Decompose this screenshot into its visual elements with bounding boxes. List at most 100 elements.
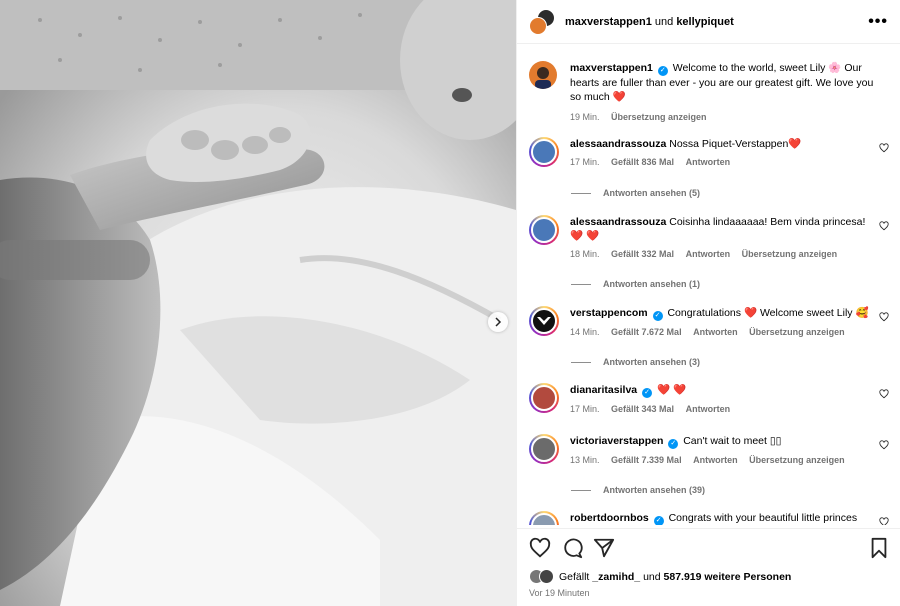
baby-hand-photo — [0, 0, 516, 606]
likes-user[interactable]: _zamihd_ — [592, 571, 640, 583]
comment-likes[interactable]: Gefällt 343 Mal — [611, 404, 674, 414]
story-avatar[interactable] — [529, 306, 559, 336]
view-replies-button[interactable]: Antworten ansehen (1) — [571, 279, 700, 289]
comment-username[interactable]: dianaritasilva — [570, 384, 637, 396]
view-replies-label: Antworten ansehen (1) — [603, 279, 701, 289]
chevron-right-icon — [495, 317, 502, 327]
comment-time: 13 Min. — [570, 455, 600, 465]
view-replies-label: Antworten ansehen (3) — [603, 357, 701, 367]
verified-badge-icon: ✓ — [668, 439, 679, 449]
comment-username[interactable]: verstappencom — [570, 307, 648, 319]
caption-emoji-2: ❤️ — [612, 91, 626, 103]
comment-meta: 17 Min. Gefällt 836 Mal Antworten — [570, 155, 879, 169]
collab-avatars[interactable] — [529, 8, 555, 35]
comment-bubble-icon[interactable] — [561, 537, 583, 559]
caption-meta: 19 Min. Übersetzung anzeigen — [570, 110, 879, 124]
comment-likes[interactable]: Gefällt 7.339 Mal — [611, 455, 682, 465]
heart-outline-icon[interactable] — [879, 517, 889, 525]
caption-emoji-1: 🌸 — [828, 62, 842, 74]
comment-text-2: Welcome sweet Lily — [759, 307, 853, 319]
view-replies-button[interactable]: Antworten ansehen (5) — [571, 188, 700, 198]
caption-username[interactable]: maxverstappen1 — [570, 62, 653, 74]
likes-prefix: Gefällt — [559, 570, 590, 583]
caption-time: 19 Min. — [570, 112, 600, 122]
comment-reply-button[interactable]: Antworten — [686, 404, 731, 414]
comment-time: 18 Min. — [570, 249, 600, 259]
caption-text-1: Welcome to the world, sweet Lily — [672, 62, 826, 74]
post-actions: Gefällt _zamihd_ und 587.919 weitere Per… — [517, 528, 900, 606]
verstappencom-logo-icon — [537, 317, 551, 325]
verified-badge-icon: ✓ — [652, 311, 663, 321]
share-send-icon[interactable] — [593, 537, 615, 559]
comment-emoji: ❤️ ❤️ — [570, 230, 600, 242]
comment-item: verstappencom ✓ Congratulations ❤️ Welco… — [529, 306, 895, 339]
story-avatar[interactable] — [529, 511, 559, 525]
comment-translate-button[interactable]: Übersetzung anzeigen — [742, 249, 838, 259]
next-image-button[interactable] — [488, 312, 508, 332]
heart-outline-icon[interactable] — [879, 389, 889, 399]
comment-username[interactable]: robertdoornbos — [570, 512, 649, 524]
post-sidebar: maxverstappen1 und kellypiquet ••• maxve… — [516, 0, 900, 606]
post-timestamp[interactable]: Vor 19 Minuten — [529, 588, 590, 598]
comment-likes[interactable]: Gefällt 7.672 Mal — [611, 327, 682, 337]
avatar[interactable] — [529, 61, 557, 89]
heart-outline-icon[interactable] — [879, 221, 889, 231]
comment-username[interactable]: alessaandrassouza — [570, 216, 666, 228]
heart-outline-icon[interactable] — [879, 440, 889, 450]
heart-outline-icon[interactable] — [879, 312, 889, 322]
post-header: maxverstappen1 und kellypiquet ••• — [517, 0, 900, 44]
comment-time: 17 Min. — [570, 157, 600, 167]
author-connector: und — [654, 15, 674, 28]
comment-text: Congratulations — [667, 307, 742, 319]
caption-text: maxverstappen1 ✓ Welcome to the world, s… — [570, 61, 879, 104]
comment-translate-button[interactable]: Übersetzung anzeigen — [749, 327, 845, 337]
comment-reply-button[interactable]: Antworten — [686, 157, 731, 167]
comment-reply-button[interactable]: Antworten — [686, 249, 731, 259]
view-replies-label: Antworten ansehen (5) — [603, 188, 701, 198]
likes-and: und — [643, 570, 661, 583]
comment-likes[interactable]: Gefällt 836 Mal — [611, 157, 674, 167]
verified-badge-icon: ✓ — [657, 66, 668, 76]
comment-text: Nossa Piquet-Verstappen — [669, 138, 789, 150]
comment-translate-button[interactable]: Übersetzung anzeigen — [749, 455, 845, 465]
comment-likes[interactable]: Gefällt 332 Mal — [611, 249, 674, 259]
story-avatar[interactable] — [529, 137, 559, 167]
like-heart-icon[interactable] — [529, 537, 551, 559]
comment-item: dianaritasilva ✓ ❤️ ❤️ 17 Min. Gefällt 3… — [529, 383, 895, 416]
author-link-1[interactable]: maxverstappen1 — [565, 16, 652, 28]
likes-count[interactable]: 587.919 weitere Personen — [664, 571, 792, 583]
liker-avatar[interactable] — [539, 569, 554, 584]
profile-face-icon — [535, 67, 551, 89]
heart-outline-icon[interactable] — [879, 143, 889, 153]
comment-item: robertdoornbos ✓ Congrats with your beau… — [529, 511, 895, 525]
comment-time: 17 Min. — [570, 404, 600, 414]
comment-emoji: ▯▯ — [769, 435, 782, 447]
story-avatar[interactable] — [529, 215, 559, 245]
comment-item: alessaandrassouza Nossa Piquet-Verstappe… — [529, 137, 895, 169]
comment-text: Can't wait to meet — [683, 435, 767, 447]
post-authors: maxverstappen1 und kellypiquet — [565, 16, 868, 28]
post-photo — [0, 0, 516, 606]
story-avatar[interactable] — [529, 383, 559, 413]
view-replies-button[interactable]: Antworten ansehen (3) — [571, 357, 700, 367]
comment-text: Coisinha lindaaaaaa! Bem vinda princesa! — [669, 216, 866, 228]
likes-summary: Gefällt _zamihd_ und 587.919 weitere Per… — [529, 569, 791, 584]
comment-reply-button[interactable]: Antworten — [693, 455, 738, 465]
story-avatar[interactable] — [529, 434, 559, 464]
post-caption: maxverstappen1 ✓ Welcome to the world, s… — [529, 61, 895, 124]
comment-emoji: ❤️ ❤️ — [656, 384, 687, 396]
comment-time: 14 Min. — [570, 327, 600, 337]
comment-username[interactable]: victoriaverstappen — [570, 435, 663, 447]
avatar-maxverstappen1[interactable] — [529, 16, 547, 35]
comment-emoji-2: 🥰 — [855, 307, 869, 319]
view-replies-label: Antworten ansehen (39) — [603, 485, 706, 495]
comment-item: victoriaverstappen ✓ Can't wait to meet … — [529, 434, 895, 467]
caption-translate-button[interactable]: Übersetzung anzeigen — [611, 112, 707, 122]
more-options-button[interactable]: ••• — [868, 13, 888, 31]
view-replies-button[interactable]: Antworten ansehen (39) — [571, 485, 705, 495]
comments-list[interactable]: maxverstappen1 ✓ Welcome to the world, s… — [517, 45, 900, 525]
author-link-2[interactable]: kellypiquet — [676, 16, 733, 28]
bookmark-icon[interactable] — [868, 537, 890, 559]
comment-username[interactable]: alessaandrassouza — [570, 138, 666, 150]
comment-reply-button[interactable]: Antworten — [693, 327, 738, 337]
